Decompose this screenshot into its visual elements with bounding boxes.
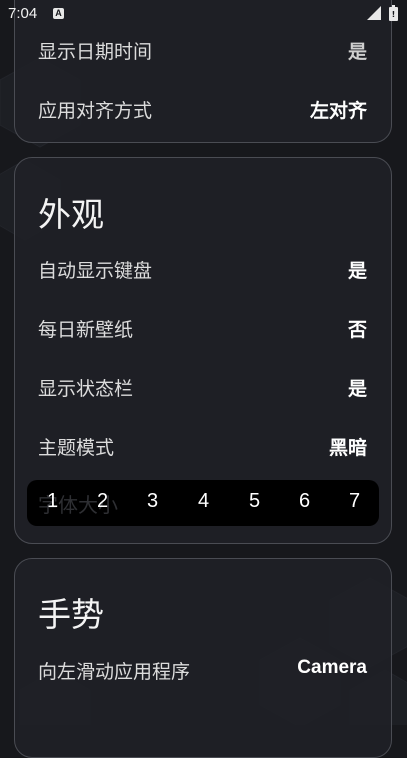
row-label: 自动显示键盘 — [38, 260, 153, 282]
section-title-gestures: 手势 — [38, 595, 104, 634]
row-value: 左对齐 — [309, 100, 367, 122]
row-label: 显示日期时间 — [38, 41, 153, 63]
row-value: 是 — [347, 378, 367, 400]
font-size-option[interactable]: 6 — [299, 490, 310, 513]
settings-row-theme-mode[interactable]: 主题模式 黑暗 — [15, 431, 391, 461]
settings-row-show-status-bar[interactable]: 显示状态栏 是 — [15, 372, 391, 402]
row-label: 应用对齐方式 — [38, 100, 153, 122]
row-value: Camera — [297, 657, 367, 678]
font-size-option[interactable]: 7 — [349, 490, 360, 513]
font-size-option[interactable]: 5 — [249, 490, 260, 513]
font-size-option[interactable]: 3 — [147, 490, 158, 513]
settings-row-swipe-left-app[interactable]: 向左滑动应用程序 Camera — [15, 655, 391, 685]
battery-icon: ! — [389, 5, 398, 21]
row-value: 是 — [347, 260, 367, 282]
font-size-option[interactable]: 1 — [47, 490, 58, 513]
row-value: 否 — [347, 319, 367, 341]
appearance-settings-card: 外观 自动显示键盘 是 每日新壁纸 否 显示状态栏 是 主题模式 黑暗 字体大小… — [14, 157, 392, 544]
gestures-settings-card: 手势 向左滑动应用程序 Camera — [14, 558, 392, 758]
settings-row-show-datetime[interactable]: 显示日期时间 是 — [15, 35, 391, 65]
svg-text:!: ! — [392, 10, 396, 19]
row-value: 是 — [347, 41, 367, 63]
row-value: 黑暗 — [328, 437, 367, 459]
signal-icon — [367, 6, 381, 20]
status-time: 7:04 — [8, 5, 38, 22]
settings-row-daily-wallpaper[interactable]: 每日新壁纸 否 — [15, 313, 391, 343]
row-label: 向左滑动应用程序 — [38, 661, 191, 683]
font-size-option[interactable]: 4 — [198, 490, 209, 513]
row-label: 主题模式 — [38, 437, 115, 459]
font-size-option[interactable]: 2 — [97, 490, 108, 513]
row-label: 显示状态栏 — [38, 378, 134, 400]
status-bar: 7:04 A ! — [0, 0, 407, 28]
settings-row-app-alignment[interactable]: 应用对齐方式 左对齐 — [15, 94, 391, 124]
row-label: 每日新壁纸 — [38, 319, 134, 341]
notification-icon: A — [53, 8, 64, 19]
settings-row-auto-keyboard[interactable]: 自动显示键盘 是 — [15, 254, 391, 284]
font-size-picker[interactable]: 字体大小 1 2 3 4 5 6 7 — [27, 480, 379, 526]
section-title-appearance: 外观 — [38, 195, 104, 234]
